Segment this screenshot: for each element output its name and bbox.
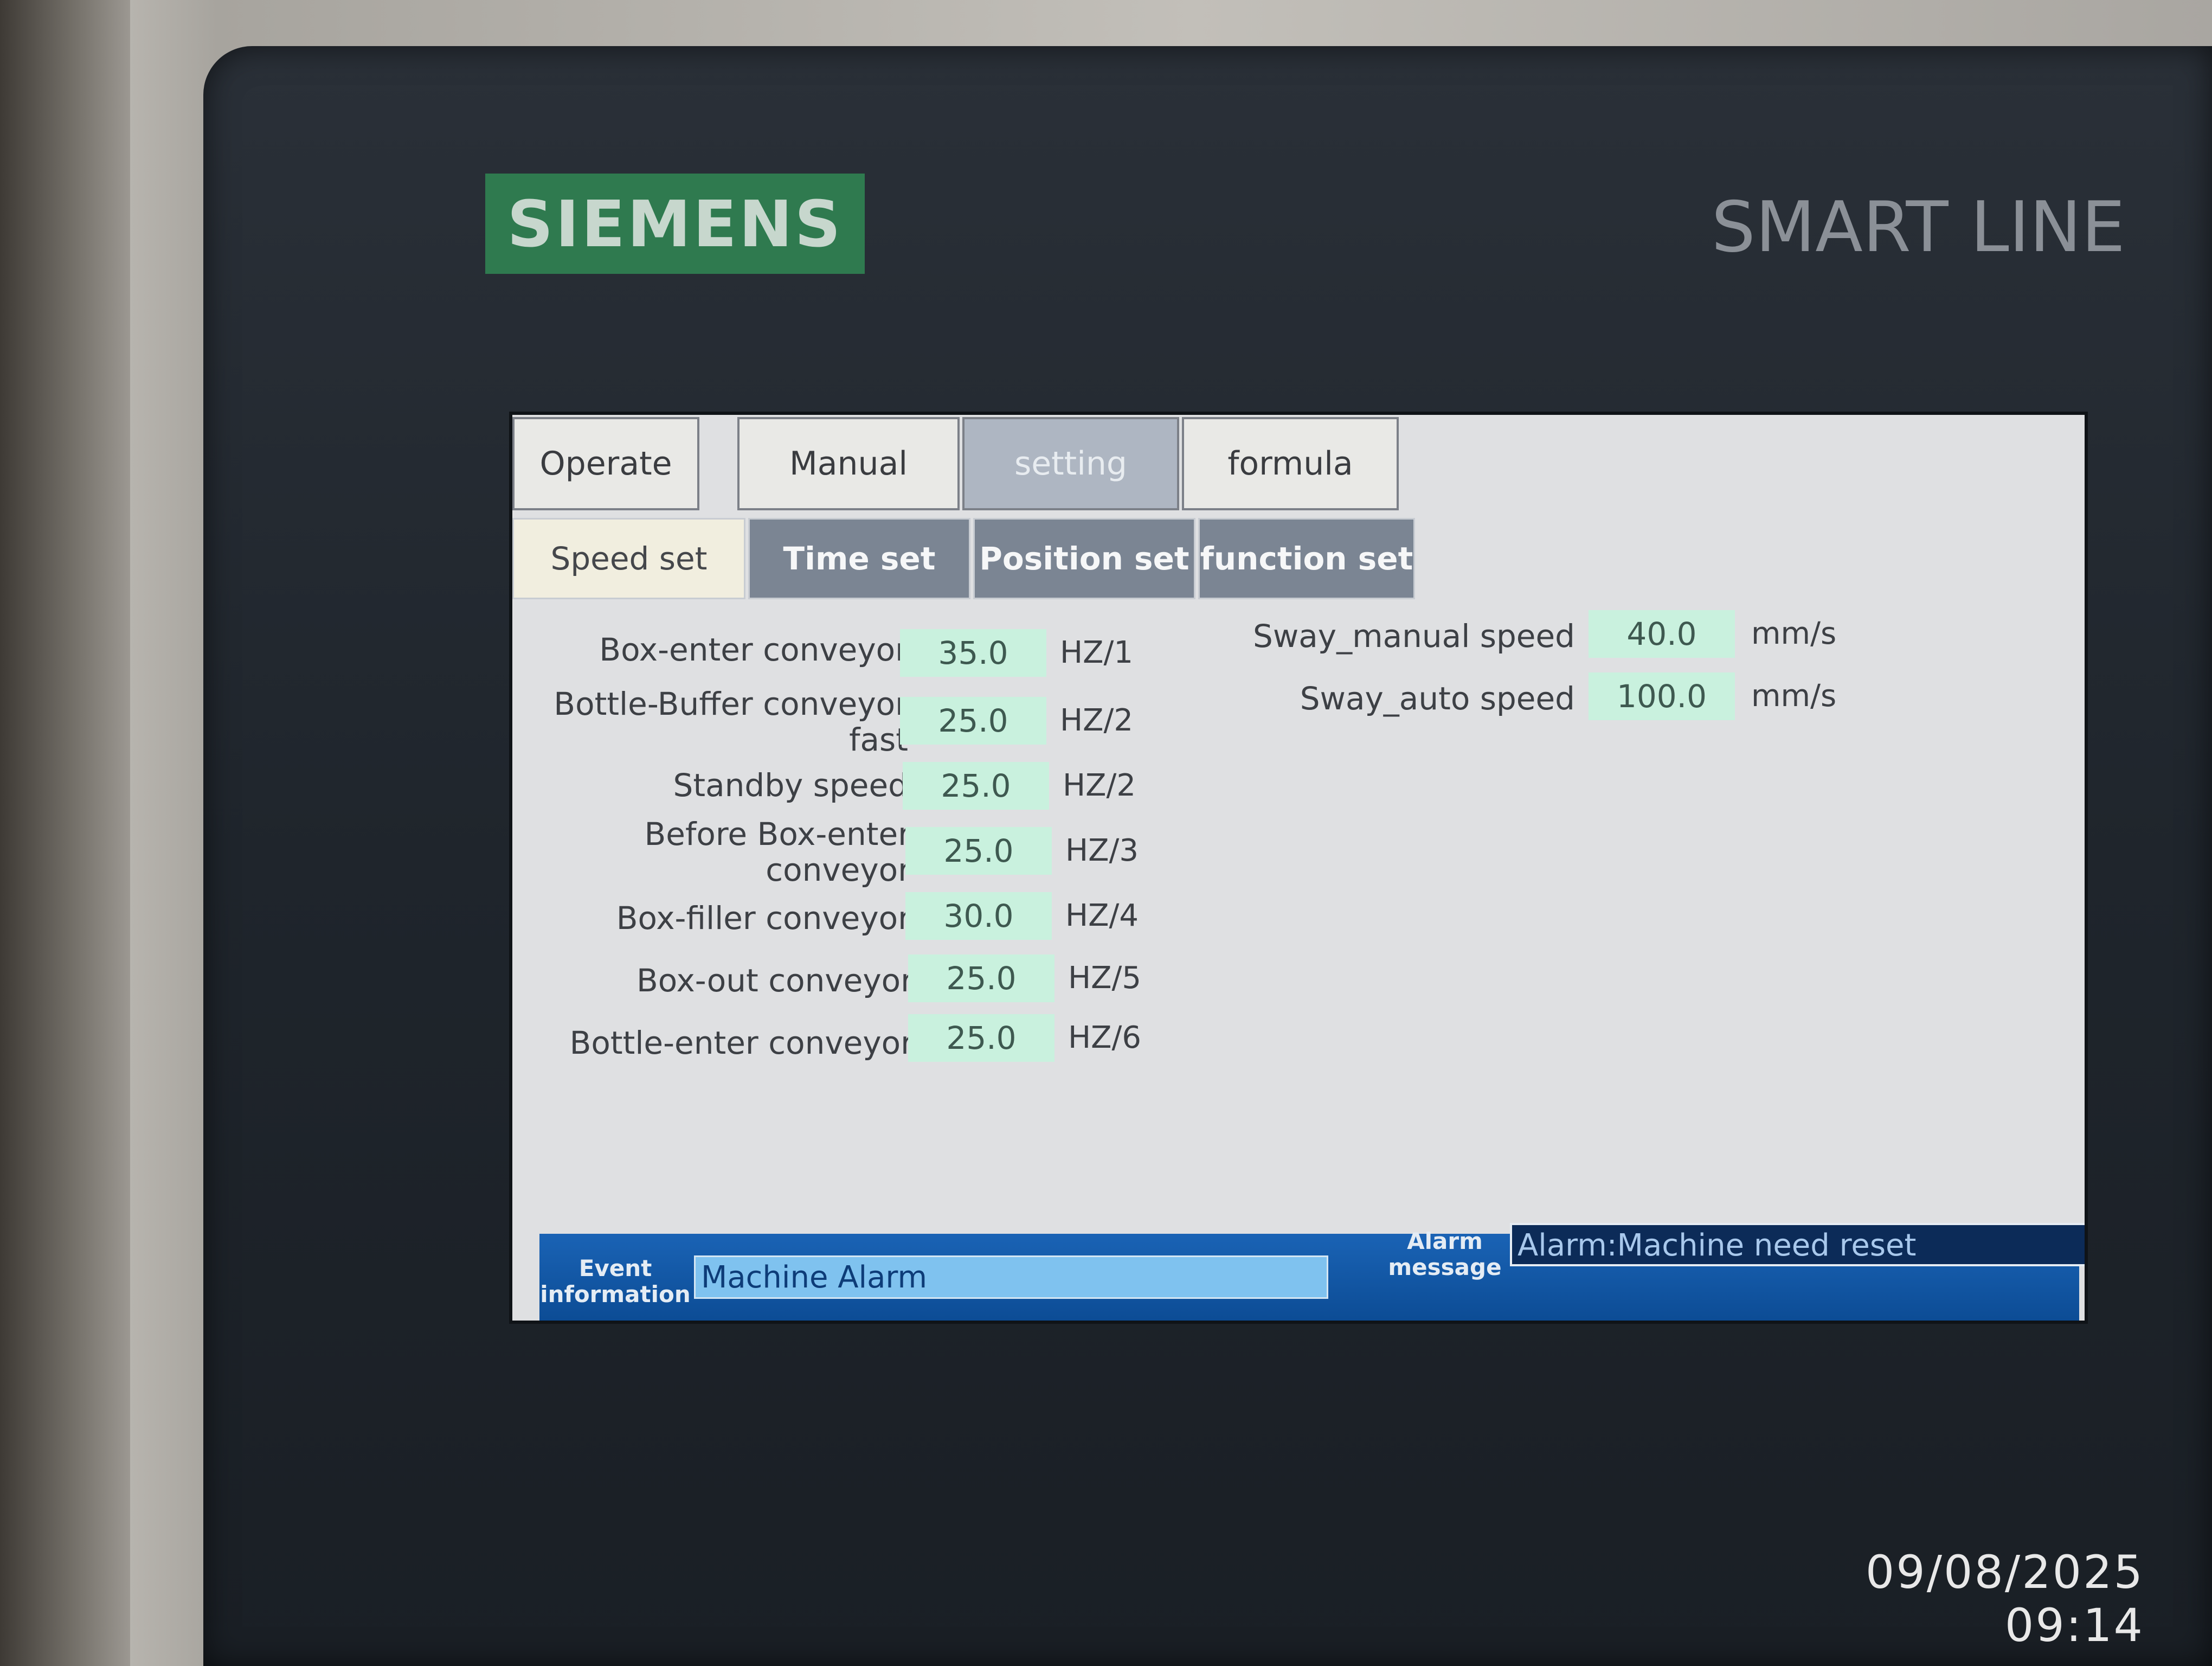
sway-unit-manual: mm/s	[1751, 616, 1837, 651]
speed-input-bottle-buffer[interactable]: 25.0	[900, 697, 1046, 745]
sway-label-auto: Sway_auto speed	[1300, 680, 1575, 717]
subtab-speed-set[interactable]: Speed set	[512, 518, 745, 599]
speed-label-bottle-enter: Bottle-enter conveyor	[569, 1024, 914, 1061]
speed-input-box-enter[interactable]: 35.0	[900, 629, 1046, 677]
event-info-field[interactable]: Machine Alarm	[694, 1255, 1328, 1299]
speed-unit-standby: HZ/2	[1063, 768, 1136, 803]
speed-label-bottle-buffer: Bottle-Buffer conveyor fast	[554, 685, 908, 758]
speed-input-bottle-enter[interactable]: 25.0	[908, 1014, 1054, 1062]
speed-label-standby: Standby speed	[673, 767, 908, 804]
speed-unit-box-filler: HZ/4	[1065, 898, 1139, 933]
speed-label-box-enter: Box-enter conveyor	[599, 631, 908, 668]
tab-manual[interactable]: Manual	[737, 417, 960, 510]
tab-operate[interactable]: Operate	[512, 417, 699, 510]
product-line-label: SMART LINE	[1711, 187, 2125, 268]
hmi-screen: Operate Manual setting formula Speed set…	[512, 415, 2085, 1321]
speed-unit-bottle-enter: HZ/6	[1068, 1020, 1141, 1055]
speed-unit-before-box-enter: HZ/3	[1065, 833, 1139, 868]
subtab-position-set[interactable]: Position set	[973, 518, 1195, 599]
tab-setting[interactable]: setting	[962, 417, 1179, 510]
siemens-logo: SIEMENS	[485, 174, 865, 274]
speed-input-standby[interactable]: 25.0	[903, 762, 1049, 810]
speed-unit-bottle-buffer: HZ/2	[1060, 703, 1133, 738]
status-bar: Event information Machine Alarm Alarm me…	[539, 1223, 2085, 1321]
speed-input-box-filler[interactable]: 30.0	[905, 892, 1052, 940]
speed-label-box-out: Box-out conveyor	[636, 962, 914, 999]
speed-input-before-box-enter[interactable]: 25.0	[905, 827, 1052, 875]
sway-input-manual[interactable]: 40.0	[1589, 610, 1735, 658]
alarm-message-field[interactable]: Alarm:Machine need reset	[1510, 1223, 2085, 1266]
speed-label-box-filler: Box-filler conveyor	[616, 900, 911, 937]
sway-unit-auto: mm/s	[1751, 678, 1837, 714]
sway-label-manual: Sway_manual speed	[1253, 618, 1575, 655]
subtab-function-set[interactable]: function set	[1198, 518, 1415, 599]
alarm-message-label: Alarm message	[1388, 1228, 1502, 1280]
speed-input-box-out[interactable]: 25.0	[908, 954, 1054, 1002]
photo-timestamp: 09/08/2025 09:14	[1865, 1546, 2144, 1652]
tab-formula[interactable]: formula	[1182, 417, 1399, 510]
speed-unit-box-enter: HZ/1	[1060, 635, 1133, 670]
event-info-label: Event information	[540, 1255, 691, 1308]
subtab-time-set[interactable]: Time set	[748, 518, 970, 599]
cabinet-edge	[0, 0, 130, 1666]
speed-label-before-box-enter: Before Box-enter conveyor	[644, 816, 911, 888]
speed-unit-box-out: HZ/5	[1068, 960, 1141, 996]
sway-input-auto[interactable]: 100.0	[1589, 672, 1735, 720]
